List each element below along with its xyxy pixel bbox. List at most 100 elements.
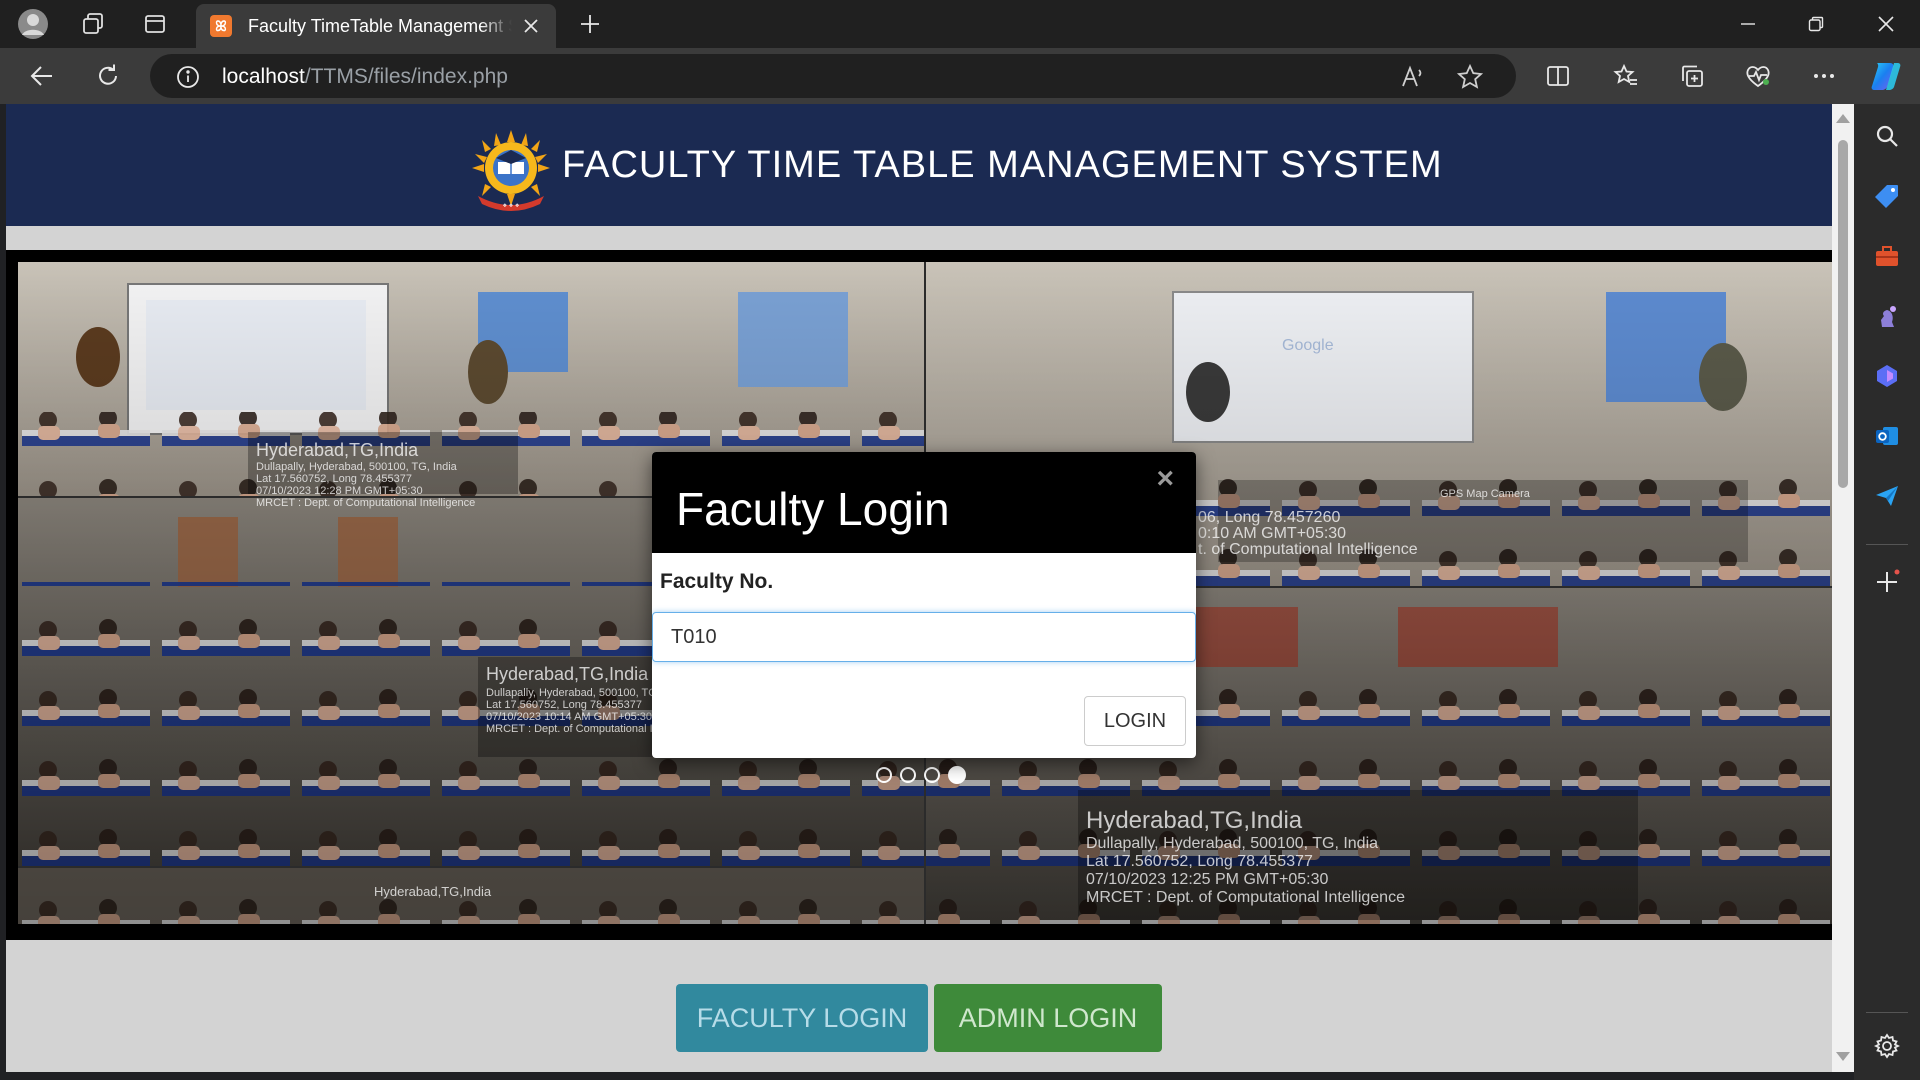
camera-tag: GPS Map Camera [1440,488,1531,500]
scroll-down-arrow-icon[interactable] [1836,1052,1850,1061]
admin-login-button[interactable]: ADMIN LOGIN [934,984,1162,1052]
close-icon [524,19,538,33]
carousel-indicator-4[interactable] [948,766,966,784]
sidebar-send-button[interactable] [1871,480,1903,512]
chess-piece-icon [1881,306,1896,327]
page-scrollbar[interactable] [1832,104,1854,1072]
refresh-button[interactable] [88,58,128,94]
caption-4-place: Hyderabad,TG,India [1086,807,1303,834]
back-arrow-icon [30,66,52,86]
profile-icon [18,9,48,39]
site-info-icon[interactable] [176,65,200,89]
sidebar-outlook-button[interactable] [1871,420,1903,452]
new-tab-button[interactable] [574,8,606,40]
caption-2-line-3: t. of Computational Intelligence [1198,541,1418,558]
favorites-button[interactable] [1606,58,1646,94]
caption-1-line-2: Lat 17.560752, Long 78.455377 [256,473,412,485]
carousel-indicators [876,766,966,784]
scrollbar-thumb[interactable] [1838,140,1848,488]
minimize-button[interactable] [1714,0,1782,48]
caption-4-line-2: Lat 17.560752, Long 78.455377 [1086,853,1313,870]
caption-3-line-3: 07/10/2023 10:14 AM GMT+05:30 [486,711,652,723]
page-viewport: ❖ ❖ ❖ FACULTY TIME TABLE MANAGEMENT SYST… [6,104,1832,1072]
tab-title: Faculty TimeTable Management System [248,15,512,36]
plus-icon [1877,569,1900,592]
carousel-indicator-1[interactable] [876,767,892,783]
faculty-login-modal: Faculty Login × Faculty No. LOGIN [652,452,1196,758]
modal-login-button[interactable]: LOGIN [1084,696,1186,746]
modal-header: Faculty Login × [652,452,1196,553]
sidebar-copilot-designer-button[interactable] [1871,360,1903,392]
toolbox-icon [1876,246,1898,266]
caption-2-line-2: 0:10 AM GMT+05:30 [1198,525,1346,542]
sidebar-shopping-button[interactable] [1871,180,1903,212]
heart-pulse-icon [1746,66,1770,88]
scroll-up-arrow-icon[interactable] [1836,114,1850,123]
faculty-no-label: Faculty No. [660,570,774,593]
browser-tab-strip: ꕤ Faculty TimeTable Management System [0,0,1920,48]
paper-plane-icon [1876,486,1898,506]
svg-text:❖ ❖ ❖: ❖ ❖ ❖ [503,203,520,209]
workspaces-icon [83,13,103,34]
outlook-icon [1876,427,1898,445]
minimize-icon [1741,23,1755,25]
favorite-star-icon[interactable] [1456,63,1484,91]
caption-4-line-1: Dullapally, Hyderabad, 500100, TG, India [1086,835,1378,852]
address-bar[interactable]: localhost/TTMS/files/index.php [150,54,1516,98]
caption-3-line-2: Lat 17.560752, Long 78.455377 [486,699,642,711]
browser-essentials-button[interactable] [1738,58,1778,94]
collections-icon [1682,65,1703,87]
caption-1-line-1: Dullapally, Hyderabad, 500100, TG, India [256,461,458,473]
college-emblem-icon: ❖ ❖ ❖ [472,130,550,211]
caption-4-line-4: MRCET : Dept. of Computational Intellige… [1086,889,1405,906]
sidebar-divider [1866,1012,1908,1013]
price-tag-icon [1875,185,1898,208]
modal-title: Faculty Login [676,483,950,535]
window-close-button[interactable] [1852,0,1920,48]
sidebar-add-button[interactable] [1871,566,1903,598]
edge-sidebar [1854,104,1920,1080]
faculty-no-input[interactable] [652,612,1196,662]
sidebar-settings-button[interactable] [1871,1030,1903,1062]
xampp-favicon-icon: ꕤ [210,15,232,37]
collections-button[interactable] [1672,58,1712,94]
tab-close-button[interactable] [520,15,542,37]
caption-5-place: Hyderabad,TG,India [374,884,492,899]
copilot-icon [1871,63,1901,90]
split-screen-icon [1547,66,1569,86]
back-button[interactable] [22,58,62,94]
restore-icon [1808,16,1824,32]
copilot-button[interactable] [1866,58,1906,94]
caption-1-line-3: 07/10/2023 12:28 PM GMT+05:30 [256,485,423,497]
sidebar-search-button[interactable] [1871,120,1903,152]
caption-1-line-4: MRCET : Dept. of Computational Intellige… [256,497,475,509]
caption-3-place: Hyderabad,TG,India [486,664,649,684]
projector-screen-text: Google [1282,337,1334,354]
sidebar-tools-button[interactable] [1871,240,1903,272]
split-screen-button[interactable] [1538,58,1578,94]
workspaces-button[interactable] [76,8,110,40]
modal-close-button[interactable]: × [1156,462,1174,496]
restore-button[interactable] [1782,0,1850,48]
url-text[interactable]: localhost/TTMS/files/index.php [222,65,508,89]
faculty-login-button[interactable]: FACULTY LOGIN [676,984,928,1052]
caption-1-place: Hyderabad,TG,India [256,440,419,460]
refresh-icon [99,64,117,85]
designer-icon [1877,365,1897,387]
settings-more-button[interactable] [1804,58,1844,94]
sidebar-divider [1866,544,1908,545]
profile-avatar[interactable] [16,8,50,40]
sidebar-games-button[interactable] [1871,300,1903,332]
gear-icon [1874,1033,1900,1059]
read-aloud-icon[interactable] [1400,64,1426,90]
tab-actions-icon [145,15,165,33]
site-header: ❖ ❖ ❖ FACULTY TIME TABLE MANAGEMENT SYST… [6,104,1832,226]
tab-active[interactable]: ꕤ Faculty TimeTable Management System [196,4,556,48]
caption-4-line-3: 07/10/2023 12:25 PM GMT+05:30 [1086,871,1328,888]
carousel-indicator-3[interactable] [924,767,940,783]
browser-toolbar: localhost/TTMS/files/index.php [0,48,1920,104]
login-button-row: FACULTY LOGIN ADMIN LOGIN [6,984,1832,1054]
carousel-indicator-2[interactable] [900,767,916,783]
site-title: FACULTY TIME TABLE MANAGEMENT SYSTEM [562,144,1443,186]
tab-actions-button[interactable] [138,8,172,40]
